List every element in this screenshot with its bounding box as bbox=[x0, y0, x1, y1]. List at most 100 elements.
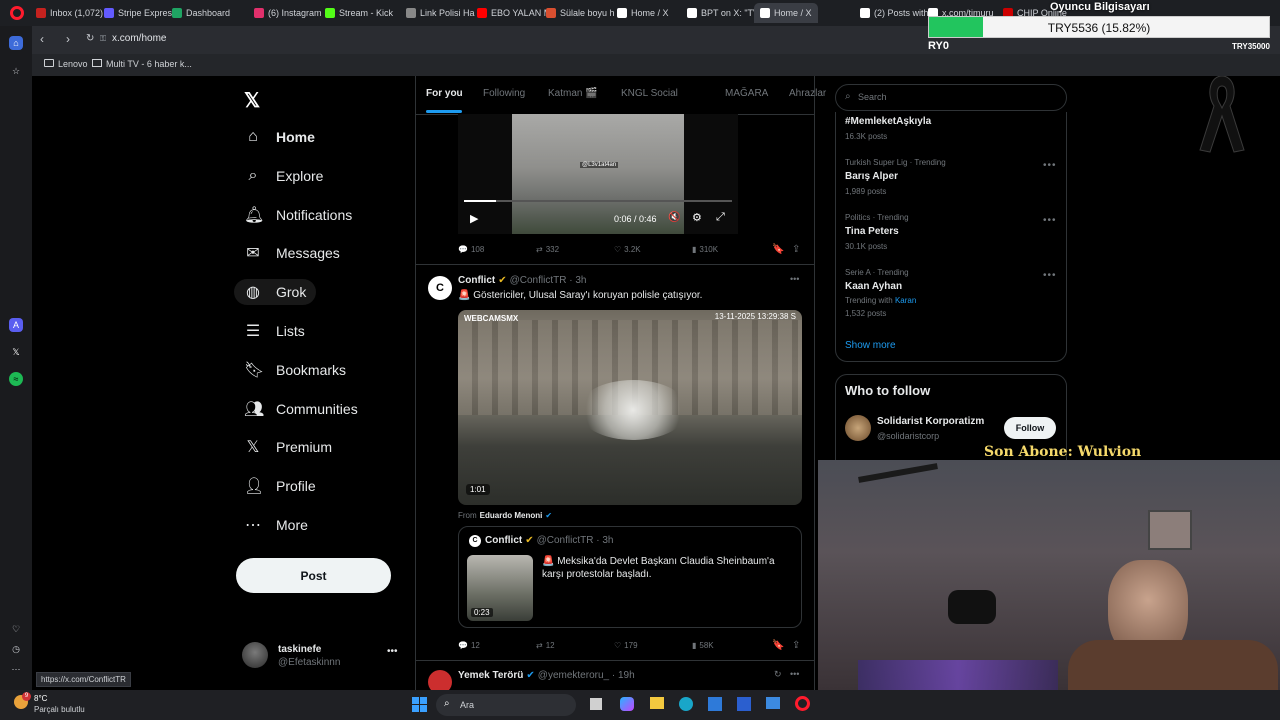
trend-more-icon[interactable]: ••• bbox=[1043, 215, 1057, 226]
nav-item-more[interactable]: ⋯ More bbox=[244, 512, 308, 538]
browser-tab[interactable]: BPT on X: "TV bbox=[687, 3, 759, 23]
mail-app-icon[interactable] bbox=[766, 697, 780, 709]
nav-item-bookmarks[interactable]: 🔖︎ Bookmarks bbox=[244, 357, 346, 383]
lenovo-icon[interactable] bbox=[737, 697, 751, 711]
nav-item-lists[interactable]: ☰ Lists bbox=[244, 318, 305, 344]
grok-post-icon[interactable]: ↻ bbox=[774, 669, 782, 680]
nav-item-messages[interactable]: ✉ Messages bbox=[244, 240, 340, 266]
nav-item-notifications[interactable]: 🔔︎ Notifications bbox=[244, 202, 352, 228]
tab-2[interactable]: Katman 🎬 bbox=[548, 88, 598, 99]
reply-metric[interactable]: 💬 108 bbox=[458, 245, 484, 254]
browser-tab[interactable]: (6) Instagram bbox=[254, 3, 322, 23]
trend-with-name[interactable]: Karan bbox=[895, 296, 916, 305]
browser-tab[interactable]: Home / X bbox=[754, 3, 818, 23]
tab-3[interactable]: KNGL Social bbox=[621, 88, 678, 99]
play-icon[interactable]: ▶ bbox=[470, 212, 478, 225]
browser-tab[interactable]: Home / X bbox=[617, 3, 669, 23]
post-author[interactable]: Yemek Terörü ✔ @yemekteroru_ · 19h bbox=[458, 670, 635, 681]
trend-name[interactable]: #MemleketAşkıyla bbox=[845, 116, 931, 127]
settings-icon[interactable]: ⚙ bbox=[692, 211, 702, 224]
share-icon[interactable]: ⇪ bbox=[792, 640, 800, 651]
x-logo-icon[interactable]: 𝕏 bbox=[244, 88, 260, 113]
reply-metric[interactable]: 💬 12 bbox=[458, 641, 480, 650]
trend-more-icon[interactable]: ••• bbox=[1043, 160, 1057, 171]
back-icon[interactable]: ‹ bbox=[40, 32, 44, 46]
forward-icon[interactable]: › bbox=[66, 32, 70, 46]
trend-name[interactable]: Tina Peters bbox=[845, 226, 899, 237]
fullscreen-icon[interactable]: ⤢ bbox=[716, 211, 725, 224]
x-sidebar-icon[interactable]: 𝕏 bbox=[9, 345, 23, 359]
browser-tab[interactable]: Stream - Kick bbox=[325, 3, 393, 23]
account-switcher[interactable]: taskinefe @Efetaskinnn ••• bbox=[242, 642, 402, 674]
browser-tab[interactable]: Sülale boyu h bbox=[546, 3, 615, 23]
tab-0[interactable]: For you bbox=[426, 88, 463, 99]
repost-metric[interactable]: ⇄ 332 bbox=[536, 245, 559, 254]
share-icon[interactable]: ⇪ bbox=[792, 244, 800, 255]
trend-more-icon[interactable]: ••• bbox=[1043, 270, 1057, 281]
repost-metric[interactable]: ⇄ 12 bbox=[536, 641, 555, 650]
post-author[interactable]: Conflict ✔ @ConflictTR · 3h bbox=[458, 275, 586, 286]
windows-start-icon[interactable] bbox=[412, 697, 427, 712]
browser-tab[interactable]: (2) Posts with bbox=[860, 3, 929, 23]
from-name[interactable]: Eduardo Menoni bbox=[480, 511, 543, 520]
avatar[interactable] bbox=[845, 415, 871, 441]
nav-item-profile[interactable]: 👤︎ Profile bbox=[244, 473, 316, 499]
bookmark-lenovo[interactable]: Lenovo bbox=[58, 59, 88, 69]
person-icon: 👤︎ bbox=[244, 478, 265, 496]
account-more-icon[interactable]: ••• bbox=[387, 646, 398, 657]
avatar[interactable] bbox=[428, 670, 452, 690]
show-more-link[interactable]: Show more bbox=[845, 340, 896, 351]
nav-item-explore[interactable]: ⌕ Explore bbox=[244, 163, 324, 189]
history-sidebar-icon[interactable]: ◷ bbox=[9, 642, 23, 656]
bookmark-multitv[interactable]: Multi TV - 6 haber k... bbox=[106, 59, 192, 69]
avatar[interactable]: C bbox=[428, 276, 452, 300]
reload-icon[interactable]: ↻ bbox=[86, 33, 94, 44]
file-explorer-icon[interactable] bbox=[650, 697, 664, 709]
like-metric[interactable]: ♡ 3.2K bbox=[614, 245, 641, 254]
home-sidebar-icon[interactable]: ⌂ bbox=[9, 36, 23, 50]
browser-tab[interactable]: EBO YALAN M bbox=[477, 3, 551, 23]
tab-4[interactable]: MAĞARA bbox=[725, 88, 768, 99]
spotify-sidebar-icon[interactable]: ≈ bbox=[9, 372, 23, 386]
star-sidebar-icon[interactable]: ☆ bbox=[9, 64, 23, 78]
post-more-icon[interactable]: ••• bbox=[790, 669, 799, 679]
aria-sidebar-icon[interactable]: A bbox=[9, 318, 23, 332]
post-button[interactable]: Post bbox=[236, 558, 391, 593]
store-icon[interactable] bbox=[708, 697, 722, 711]
heart-sidebar-icon[interactable]: ♡ bbox=[9, 622, 23, 636]
opera-taskbar-icon[interactable] bbox=[795, 696, 810, 711]
search-box[interactable]: ⌕ Search bbox=[835, 84, 1067, 111]
nav-item-premium[interactable]: 𝕏 Premium bbox=[244, 434, 332, 460]
browser-tab[interactable]: Link Polisi Ha bbox=[406, 3, 475, 23]
trend-name[interactable]: Barış Alper bbox=[845, 171, 898, 182]
copilot-icon[interactable] bbox=[620, 697, 634, 711]
views-metric[interactable]: ▮ 58K bbox=[692, 641, 714, 650]
post-more-icon[interactable]: ••• bbox=[790, 274, 799, 284]
quote-card[interactable]: C Conflict ✔ @ConflictTR · 3h 0:23 🚨 Mek… bbox=[458, 526, 802, 628]
taskbar-search[interactable]: ⌕ Ara bbox=[436, 694, 576, 716]
tab-5[interactable]: Ahrazlar bbox=[789, 88, 826, 99]
edge-icon[interactable] bbox=[679, 697, 693, 711]
mute-icon[interactable]: 🔇 bbox=[668, 212, 680, 223]
suggested-name[interactable]: Solidarist Korporatizm bbox=[877, 416, 984, 427]
nav-item-grok[interactable]: ◍ Grok bbox=[234, 279, 317, 306]
browser-tab[interactable]: Stripe Express bbox=[104, 3, 177, 23]
video-player[interactable]: @L3v1at4an ▶ 0:06 / 0:46 🔇 ⚙ ⤢ bbox=[458, 114, 738, 234]
video-progress-track[interactable] bbox=[464, 200, 732, 202]
nav-item-communities[interactable]: 👥︎ Communities bbox=[244, 396, 358, 422]
browser-tab[interactable]: Dashboard bbox=[172, 3, 230, 23]
bookmark-action-icon[interactable]: 🔖 bbox=[772, 244, 784, 255]
post-video[interactable]: WEBCAMSMX 13-11-2025 13:29:38 S 1:01 bbox=[458, 310, 802, 505]
trend-name[interactable]: Kaan Ayhan bbox=[845, 281, 902, 292]
bookmark-action-icon[interactable]: 🔖 bbox=[772, 640, 784, 651]
tab-1[interactable]: Following bbox=[483, 88, 525, 99]
browser-tab[interactable]: Inbox (1,072) bbox=[36, 3, 103, 23]
url-field[interactable]: x.com/home bbox=[112, 33, 166, 44]
more-sidebar-icon[interactable]: ⋯ bbox=[9, 662, 23, 676]
views-metric[interactable]: ▮ 310K bbox=[692, 245, 718, 254]
task-view-icon[interactable] bbox=[590, 698, 602, 710]
nav-item-home[interactable]: ⌂ Home bbox=[244, 124, 315, 150]
follow-button[interactable]: Follow bbox=[1004, 417, 1056, 439]
like-metric[interactable]: ♡ 179 bbox=[614, 641, 638, 650]
opera-logo-icon[interactable] bbox=[10, 6, 24, 20]
